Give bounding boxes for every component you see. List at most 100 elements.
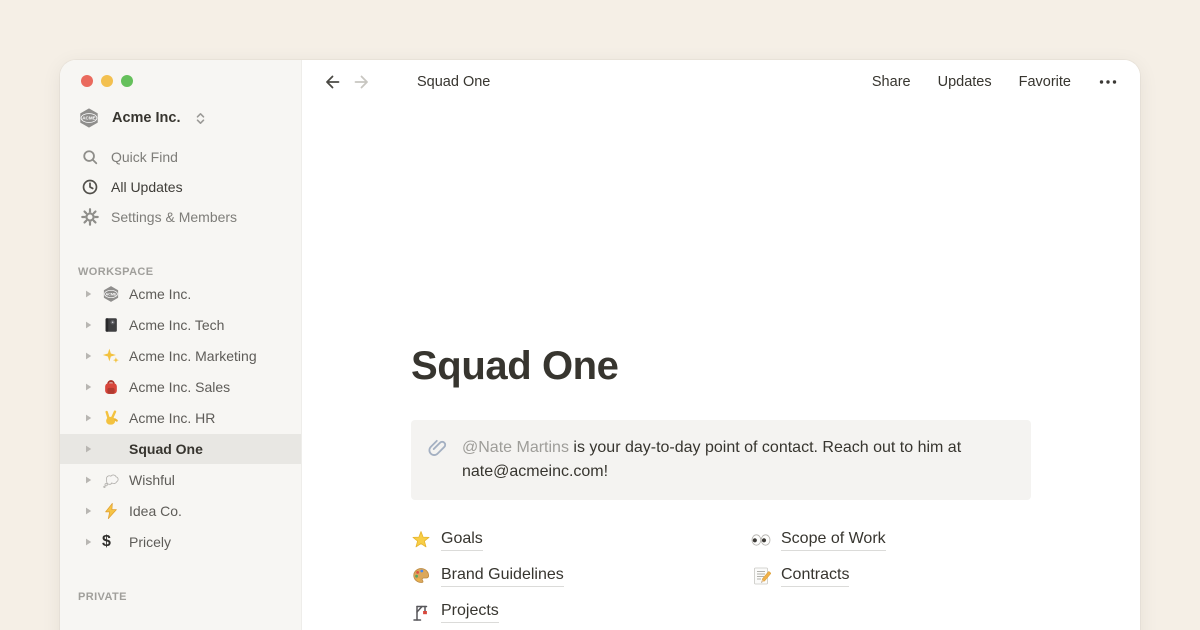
sidebar-item-squad-one[interactable]: Squad One bbox=[60, 434, 301, 464]
sidebar-item-label: Pricely bbox=[129, 534, 171, 550]
clock-icon bbox=[81, 178, 99, 196]
page-link-scope-of-work[interactable]: Scope of Work bbox=[751, 529, 1031, 551]
page-link-contracts[interactable]: Contracts bbox=[751, 565, 1031, 587]
sidebar-item-settings-members[interactable]: Settings & Members bbox=[60, 202, 301, 232]
page-link-brand-guidelines[interactable]: Brand Guidelines bbox=[411, 565, 751, 587]
acme-logo-icon: ACME bbox=[78, 107, 100, 129]
toggle-triangle-icon[interactable] bbox=[83, 382, 93, 392]
paperclip-icon bbox=[427, 436, 451, 460]
toggle-triangle-icon bbox=[83, 444, 93, 454]
chevron-select-icon bbox=[193, 111, 208, 126]
toggle-triangle-icon bbox=[83, 537, 93, 547]
sidebar-item-wishful[interactable]: Wishful bbox=[60, 465, 301, 495]
sidebar-item-quick-find[interactable]: Quick Find bbox=[60, 142, 301, 172]
memo-icon bbox=[751, 566, 771, 586]
sidebar-item-label: Acme Inc. Marketing bbox=[129, 348, 257, 364]
menu-item-label: Settings & Members bbox=[111, 209, 237, 225]
eyes-icon bbox=[751, 530, 771, 550]
search-icon bbox=[81, 148, 99, 166]
workspace-name: Acme Inc. bbox=[112, 110, 181, 126]
updates-button[interactable]: Updates bbox=[938, 74, 992, 90]
acme-logo-icon: ACME bbox=[78, 107, 100, 129]
toggle-triangle-icon[interactable] bbox=[83, 537, 93, 547]
sidebar-item-acme-inc-tech[interactable]: Acme Inc. Tech bbox=[60, 310, 301, 340]
topbar-actions: Share Updates Favorite bbox=[872, 72, 1118, 92]
window-controls bbox=[60, 75, 301, 87]
page-title[interactable]: Squad One bbox=[411, 344, 1031, 389]
toggle-triangle-icon bbox=[83, 506, 93, 516]
minimize-window-button[interactable] bbox=[101, 75, 113, 87]
topbar: Squad One Share Updates Favorite bbox=[302, 60, 1140, 104]
page-link-projects[interactable]: Projects bbox=[411, 601, 751, 623]
spiral-icon bbox=[102, 440, 120, 458]
page-content: Squad One @Nate Martins is your day-to-d… bbox=[411, 104, 1031, 623]
sidebar-item-acme-inc-hr[interactable]: Acme Inc. HR bbox=[60, 403, 301, 433]
toggle-triangle-icon[interactable] bbox=[83, 413, 93, 423]
zoom-window-button[interactable] bbox=[121, 75, 133, 87]
page-icon-spiral[interactable] bbox=[411, 216, 489, 294]
more-options-icon[interactable] bbox=[1098, 72, 1118, 92]
construction-icon bbox=[411, 602, 431, 622]
toggle-triangle-icon bbox=[83, 351, 93, 361]
sidebar-item-idea-co-[interactable]: Idea Co. bbox=[60, 496, 301, 526]
svg-text:ACME: ACME bbox=[105, 292, 117, 296]
ellipsis-icon bbox=[1098, 72, 1118, 92]
toggle-triangle-icon bbox=[83, 413, 93, 423]
sidebar-item-label: Acme Inc. Tech bbox=[129, 317, 224, 333]
toggle-triangle-icon bbox=[83, 320, 93, 330]
toggle-triangle-icon[interactable] bbox=[83, 320, 93, 330]
forward-arrow-icon[interactable] bbox=[352, 72, 372, 92]
sidebar-item-all-updates[interactable]: All Updates bbox=[60, 172, 301, 202]
spiral-icon bbox=[388, 72, 408, 92]
breadcrumb-page-title[interactable]: Squad One bbox=[417, 74, 490, 90]
callout-block[interactable]: @Nate Martins is your day-to-day point o… bbox=[411, 420, 1031, 500]
backpack-icon bbox=[102, 378, 120, 396]
toggle-triangle-icon bbox=[83, 289, 93, 299]
clock-icon bbox=[81, 178, 99, 196]
page-link-label: Goals bbox=[441, 530, 483, 551]
toggle-triangle-icon[interactable] bbox=[83, 351, 93, 361]
page-link-goals[interactable]: Goals bbox=[411, 529, 751, 551]
gear-icon bbox=[81, 208, 99, 226]
menu-item-label: Quick Find bbox=[111, 149, 178, 165]
page-link-label: Projects bbox=[441, 602, 499, 623]
page-link-label: Contracts bbox=[781, 566, 849, 587]
search-icon bbox=[81, 148, 99, 166]
share-button[interactable]: Share bbox=[872, 74, 911, 90]
sidebar-item-pricely[interactable]: $ Pricely bbox=[60, 527, 301, 557]
sidebar: ACME Acme Inc. Quick Find All Updates bbox=[60, 60, 302, 630]
toggle-triangle-icon bbox=[83, 475, 93, 485]
sparkles-icon bbox=[102, 347, 120, 365]
sidebar-item-label: Acme Inc. Sales bbox=[129, 379, 230, 395]
toggle-triangle-icon bbox=[83, 382, 93, 392]
toggle-triangle-icon[interactable] bbox=[83, 444, 93, 454]
sidebar-item-acme-inc-sales[interactable]: Acme Inc. Sales bbox=[60, 372, 301, 402]
thought-balloon-icon bbox=[102, 471, 120, 489]
lightning-icon bbox=[102, 502, 120, 520]
back-arrow-icon[interactable] bbox=[322, 72, 342, 92]
spiral-icon bbox=[411, 216, 489, 294]
app-window: ACME Acme Inc. Quick Find All Updates bbox=[60, 60, 1140, 630]
workspace-switcher[interactable]: ACME Acme Inc. bbox=[60, 104, 301, 132]
close-window-button[interactable] bbox=[81, 75, 93, 87]
toggle-triangle-icon[interactable] bbox=[83, 289, 93, 299]
gear-icon bbox=[81, 208, 99, 226]
mention-nate-martins[interactable]: @Nate Martins bbox=[462, 439, 569, 456]
star-icon bbox=[411, 530, 431, 550]
paperclip-icon bbox=[427, 436, 451, 460]
page-spiral-icon bbox=[388, 72, 408, 92]
section-header-private: PRIVATE bbox=[60, 591, 301, 603]
menu-item-label: All Updates bbox=[111, 179, 183, 195]
notebook-icon bbox=[102, 316, 120, 334]
callout-text: @Nate Martins is your day-to-day point o… bbox=[462, 436, 1015, 484]
dollar-icon: $ bbox=[102, 533, 120, 551]
page-link-label: Scope of Work bbox=[781, 530, 886, 551]
sidebar-item-acme-inc-[interactable]: ACME Acme Inc. bbox=[60, 279, 301, 309]
toggle-triangle-icon[interactable] bbox=[83, 475, 93, 485]
section-header-workspace: WORKSPACE bbox=[60, 266, 301, 278]
sidebar-item-acme-inc-marketing[interactable]: Acme Inc. Marketing bbox=[60, 341, 301, 371]
favorite-button[interactable]: Favorite bbox=[1019, 74, 1071, 90]
sidebar-item-label: Acme Inc. HR bbox=[129, 410, 215, 426]
sidebar-item-label: Acme Inc. bbox=[129, 286, 191, 302]
toggle-triangle-icon[interactable] bbox=[83, 506, 93, 516]
